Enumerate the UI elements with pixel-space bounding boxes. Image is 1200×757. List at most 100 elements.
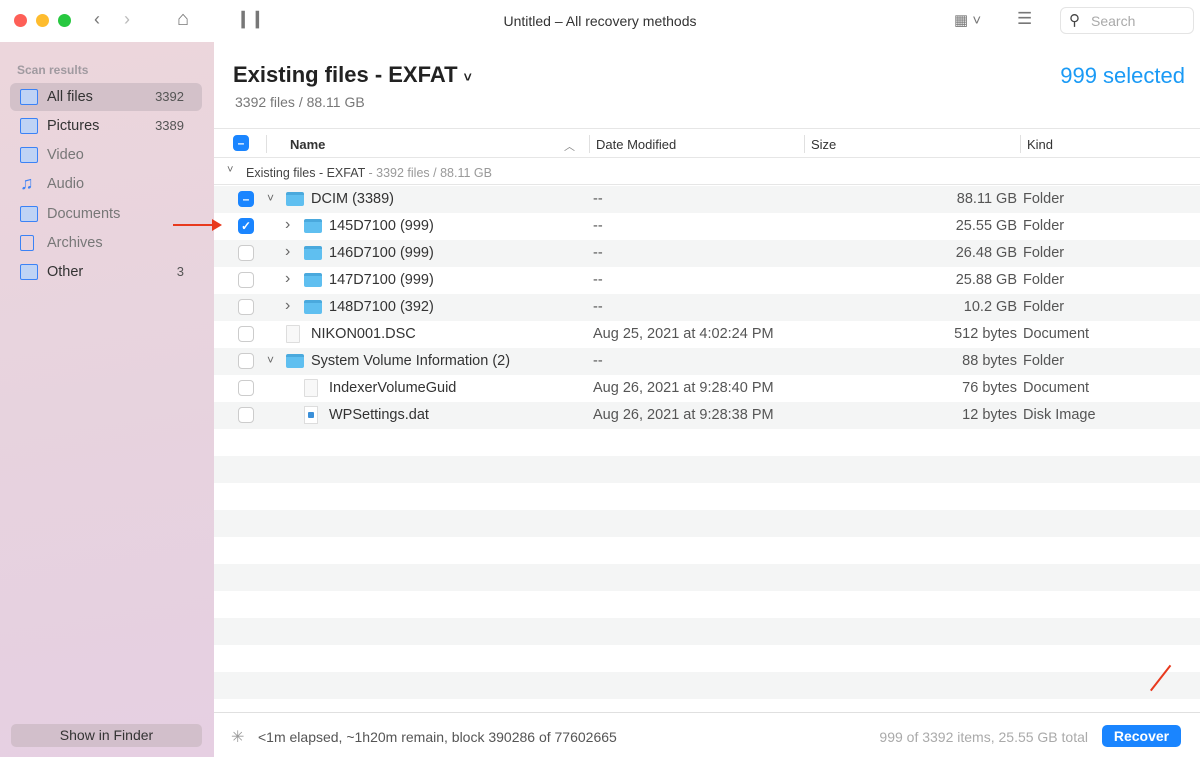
file-name: 146D7100 (999) bbox=[329, 245, 434, 261]
show-in-finder-button[interactable]: Show in Finder bbox=[11, 724, 202, 747]
file-name: 148D7100 (392) bbox=[329, 299, 434, 315]
sidebar-item-other[interactable]: Other 3 bbox=[10, 258, 202, 286]
title-text: Existing files - EXFAT bbox=[233, 62, 458, 87]
selected-count: 999 selected bbox=[1060, 63, 1185, 88]
column-size[interactable]: Size bbox=[811, 137, 836, 152]
chevron-down-icon[interactable]: ˅ bbox=[267, 353, 274, 367]
calendar-view-icon[interactable]: ▦ ˅ bbox=[954, 11, 981, 29]
file-kind: Folder bbox=[1023, 353, 1065, 369]
document-icon bbox=[286, 325, 300, 343]
table-row[interactable]: ✓ › 145D7100 (999) -- 25.55 GB Folder bbox=[214, 213, 1200, 240]
row-checkbox[interactable] bbox=[238, 272, 254, 288]
empty-row bbox=[214, 645, 1200, 672]
row-checkbox[interactable] bbox=[238, 407, 254, 423]
folder-icon bbox=[304, 246, 322, 260]
file-list: – ˅ DCIM (3389) -- 88.11 GB Folder ✓ › 145D7100 … bbox=[214, 186, 1200, 712]
table-row[interactable]: – ˅ DCIM (3389) -- 88.11 GB Folder bbox=[214, 186, 1200, 213]
empty-row bbox=[214, 564, 1200, 591]
file-kind: Folder bbox=[1023, 272, 1065, 288]
table-row[interactable]: › 148D7100 (392) -- 10.2 GB Folder bbox=[214, 294, 1200, 321]
sidebar-item-video[interactable]: Video bbox=[10, 141, 202, 169]
date-modified: -- bbox=[593, 353, 603, 369]
file-size: 25.88 GB bbox=[955, 272, 1017, 288]
file-kind: Document bbox=[1023, 380, 1090, 396]
search-input[interactable]: ⚲ Search bbox=[1060, 7, 1194, 34]
label: All files bbox=[47, 89, 93, 105]
table-row[interactable]: ˅ System Volume Information (2) -- 88 bytes… bbox=[214, 348, 1200, 375]
count: 3389 bbox=[155, 118, 184, 133]
page-title[interactable]: Existing files - EXFAT ˅ bbox=[233, 62, 472, 88]
file-name: 147D7100 (999) bbox=[329, 272, 434, 288]
empty-row bbox=[214, 591, 1200, 618]
video-icon bbox=[20, 147, 38, 163]
other-icon bbox=[20, 264, 38, 280]
empty-row bbox=[214, 618, 1200, 645]
date-modified: -- bbox=[593, 299, 603, 315]
file-size: 88 bytes bbox=[962, 353, 1017, 369]
chevron-right-icon[interactable]: › bbox=[285, 216, 290, 234]
divider bbox=[1020, 135, 1021, 153]
group-row[interactable]: ˅ Existing files - EXFAT - 3392 files / … bbox=[214, 160, 1200, 185]
column-name[interactable]: Name bbox=[290, 137, 325, 152]
file-kind: Disk Image bbox=[1023, 407, 1096, 423]
row-checkbox[interactable] bbox=[238, 245, 254, 261]
column-header: – Name ︿ Date Modified Size Kind bbox=[214, 128, 1200, 158]
chevron-down-icon: ˅ bbox=[463, 69, 472, 85]
empty-row bbox=[214, 672, 1200, 699]
sidebar-heading: Scan results bbox=[17, 63, 89, 77]
empty-row bbox=[214, 429, 1200, 456]
divider bbox=[266, 135, 267, 153]
status-bar: ✳ <1m elapsed, ~1h20m remain, block 3902… bbox=[214, 712, 1200, 757]
divider bbox=[804, 135, 805, 153]
chevron-down-icon[interactable]: ˅ bbox=[227, 164, 233, 176]
file-kind: Folder bbox=[1023, 245, 1065, 261]
table-row[interactable]: NIKON001.DSC Aug 25, 2021 at 4:02:24 PM 51… bbox=[214, 321, 1200, 348]
file-size: 12 bytes bbox=[962, 407, 1017, 423]
column-date-modified[interactable]: Date Modified bbox=[596, 137, 676, 152]
chevron-right-icon[interactable]: › bbox=[285, 297, 290, 315]
table-row[interactable]: › 147D7100 (999) -- 25.88 GB Folder bbox=[214, 267, 1200, 294]
folder-icon bbox=[304, 300, 322, 314]
search-placeholder: Search bbox=[1091, 13, 1136, 29]
group-name: Existing files - EXFAT bbox=[246, 166, 366, 180]
count: 3392 bbox=[155, 89, 184, 104]
row-checkbox[interactable]: ✓ bbox=[238, 218, 254, 234]
column-kind[interactable]: Kind bbox=[1027, 137, 1053, 152]
chevron-right-icon[interactable]: › bbox=[285, 243, 290, 261]
row-checkbox[interactable] bbox=[238, 326, 254, 342]
chevron-right-icon[interactable]: › bbox=[285, 270, 290, 288]
label: Documents bbox=[47, 206, 121, 222]
row-checkbox[interactable] bbox=[238, 380, 254, 396]
date-modified: -- bbox=[593, 218, 603, 234]
date-modified: Aug 26, 2021 at 9:28:38 PM bbox=[593, 407, 774, 423]
chevron-down-icon[interactable]: ˅ bbox=[267, 191, 274, 205]
sidebar-item-pictures[interactable]: Pictures 3389 bbox=[10, 112, 202, 140]
label: Audio bbox=[47, 176, 85, 192]
sidebar-item-all-files[interactable]: All files 3392 bbox=[10, 83, 202, 111]
file-size: 26.48 GB bbox=[955, 245, 1017, 261]
page-subtitle: 3392 files / 88.11 GB bbox=[235, 94, 365, 110]
table-row[interactable]: › 146D7100 (999) -- 26.48 GB Folder bbox=[214, 240, 1200, 267]
file-size: 10.2 GB bbox=[963, 299, 1017, 315]
sidebar-item-audio[interactable]: ♫ Audio bbox=[10, 170, 202, 198]
file-name: DCIM (3389) bbox=[311, 191, 394, 207]
row-checkbox[interactable]: – bbox=[238, 191, 254, 207]
selection-totals: 999 of 3392 items, 25.55 GB total bbox=[879, 729, 1088, 745]
table-row[interactable]: WPSettings.dat Aug 26, 2021 at 9:28:38 PM… bbox=[214, 402, 1200, 429]
table-row[interactable]: IndexerVolumeGuid Aug 26, 2021 at 9:28:40… bbox=[214, 375, 1200, 402]
file-kind: Folder bbox=[1023, 299, 1065, 315]
date-modified: Aug 26, 2021 at 9:28:40 PM bbox=[593, 380, 774, 396]
scan-status: <1m elapsed, ~1h20m remain, block 390286… bbox=[258, 729, 617, 745]
filter-settings-icon[interactable]: ☰ bbox=[1017, 9, 1032, 29]
folder-icon bbox=[304, 219, 322, 233]
row-checkbox[interactable] bbox=[238, 353, 254, 369]
file-name: System Volume Information (2) bbox=[311, 353, 511, 369]
file-kind: Document bbox=[1023, 326, 1090, 342]
sidebar-item-archives[interactable]: Archives bbox=[10, 229, 202, 257]
file-size: 76 bytes bbox=[962, 380, 1017, 396]
select-all-checkbox[interactable]: – bbox=[233, 135, 249, 151]
sort-ascending-icon[interactable]: ︿ bbox=[564, 138, 575, 154]
recover-button[interactable]: Recover bbox=[1102, 725, 1181, 747]
file-size: 512 bytes bbox=[954, 326, 1017, 342]
row-checkbox[interactable] bbox=[238, 299, 254, 315]
